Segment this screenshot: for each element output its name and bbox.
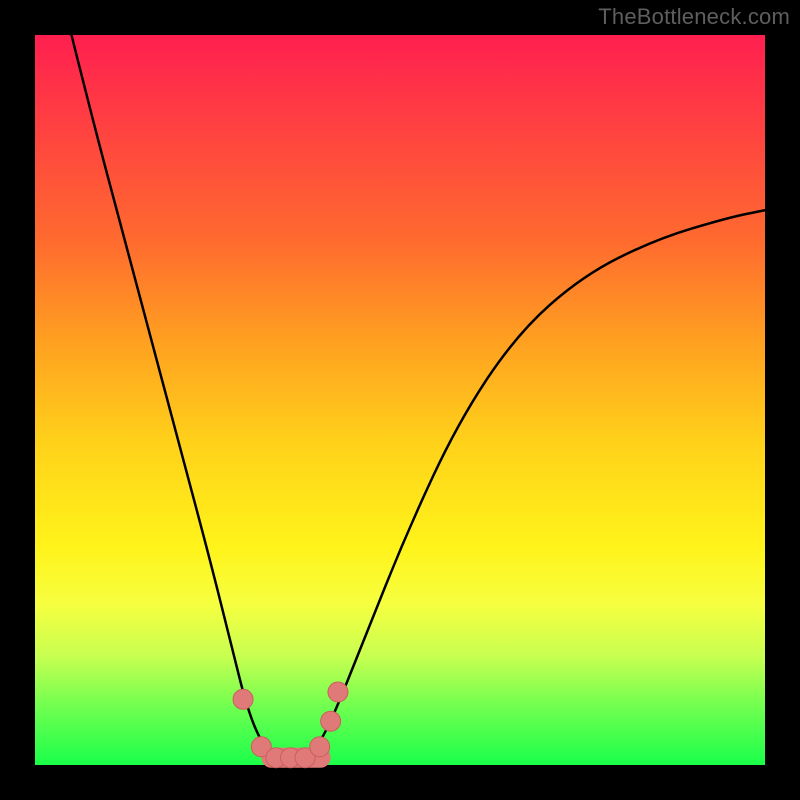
- trough-marker: [233, 689, 253, 709]
- bottleneck-curve: [72, 35, 766, 758]
- trough-marker: [310, 737, 330, 757]
- watermark-text: TheBottleneck.com: [598, 4, 790, 30]
- curve-layer: [35, 35, 765, 765]
- trough-marker: [328, 682, 348, 702]
- trough-marker: [321, 711, 341, 731]
- plot-area: [35, 35, 765, 765]
- trough-marker-group: [233, 682, 348, 768]
- chart-frame: TheBottleneck.com: [0, 0, 800, 800]
